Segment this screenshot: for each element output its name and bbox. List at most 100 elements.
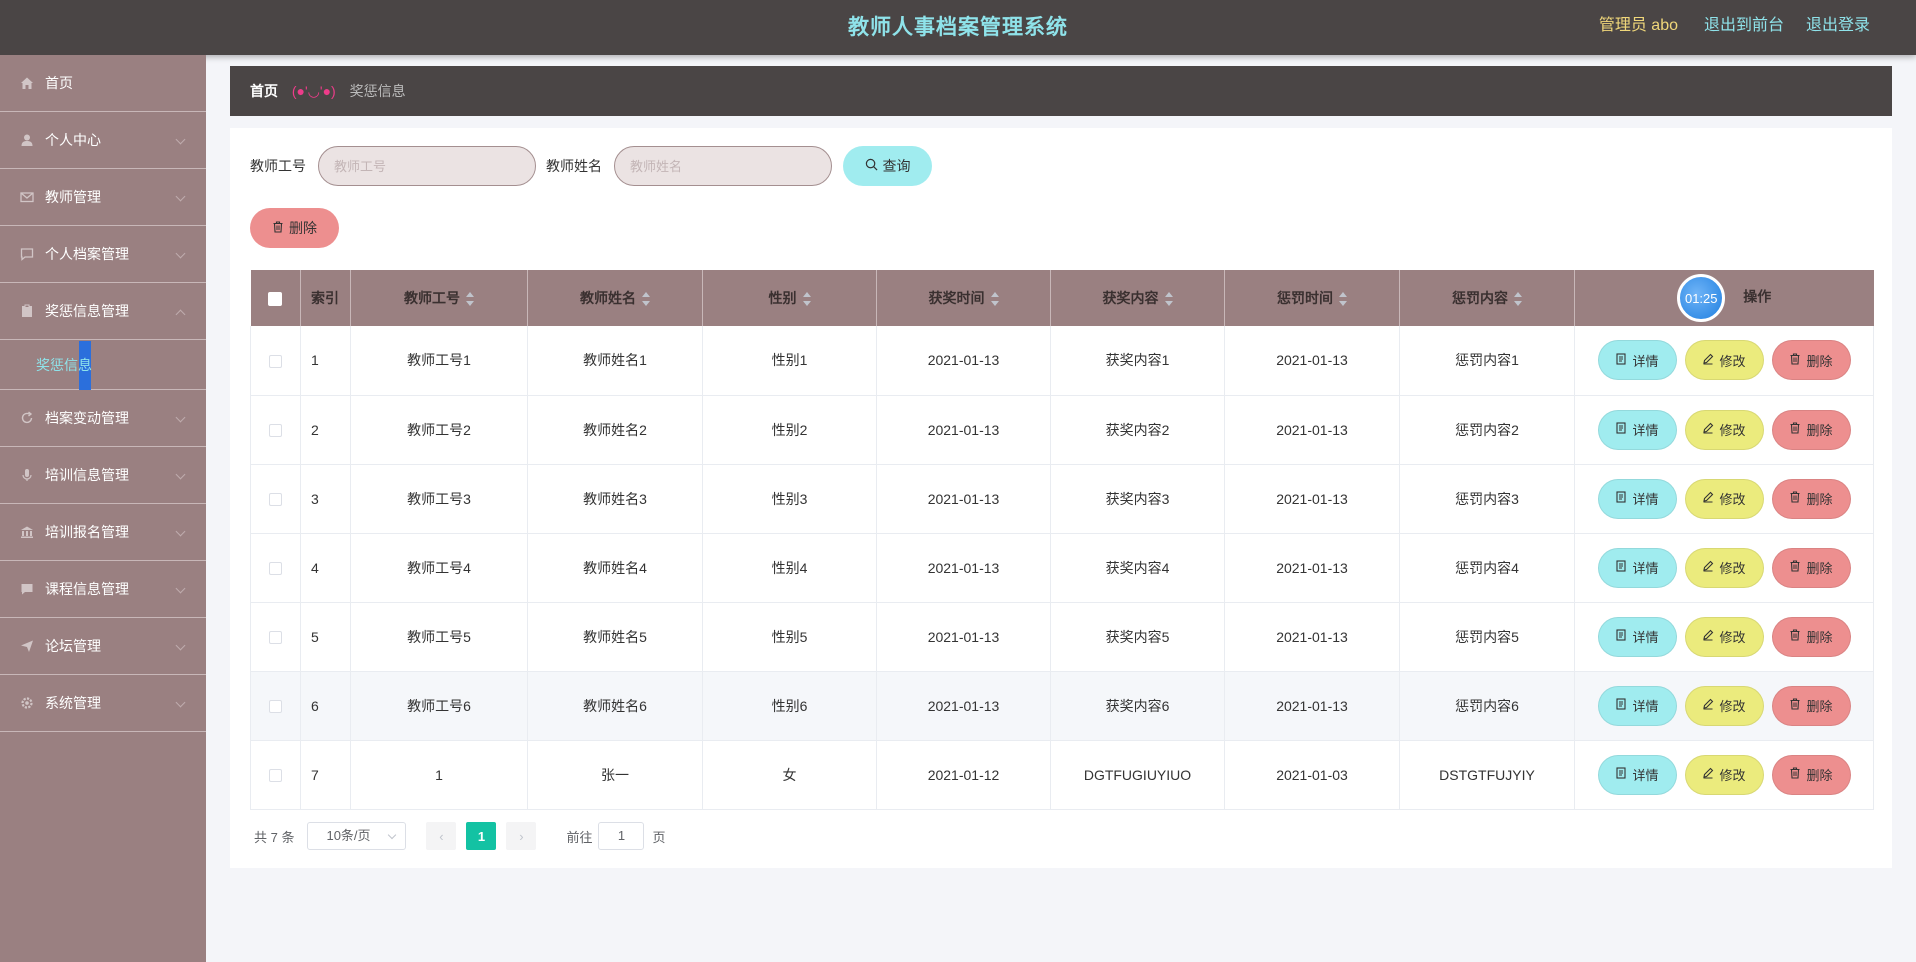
award-time-cell: 2021-01-13	[876, 395, 1051, 465]
row-checkbox[interactable]	[269, 769, 282, 783]
goto-page-input[interactable]: 1	[598, 822, 645, 850]
sidebar-item-label: 个人档案管理	[45, 246, 129, 262]
sidebar-item-training-signup[interactable]: 培训报名管理	[0, 504, 206, 561]
sort-icon[interactable]	[642, 292, 650, 307]
sidebar-item-personal-center[interactable]: 个人中心	[0, 112, 206, 169]
table-header-row: 索引 教师工号 教师姓名 性别 获奖时间 获奖内容 惩罚时间 惩罚内容 01:2…	[250, 270, 1874, 326]
sidebar-item-training-info[interactable]: 培训信息管理	[0, 447, 206, 504]
table-row: 3 教师工号3 教师姓名3 性别3 2021-01-13 获奖内容3 2021-01-13 惩…	[250, 464, 1874, 534]
row-delete-button[interactable]: 删除	[1771, 478, 1851, 519]
row-select-cell	[250, 533, 301, 603]
document-icon	[1615, 698, 1627, 713]
sort-icon[interactable]	[802, 292, 811, 307]
pencil-icon	[1702, 491, 1714, 506]
award-content-cell: 获奖内容3	[1050, 464, 1225, 534]
row-select-cell	[250, 464, 301, 534]
chevron-down-icon	[175, 248, 186, 259]
punish-content-cell: 惩罚内容5	[1399, 602, 1575, 672]
detail-button[interactable]: 详情	[1597, 547, 1677, 588]
sidebar-item-system[interactable]: 系统管理	[0, 675, 206, 732]
gender-cell: 性别1	[702, 326, 877, 396]
page-number-active[interactable]: 1	[466, 822, 497, 850]
sort-icon[interactable]	[990, 292, 999, 307]
row-delete-button[interactable]: 删除	[1771, 685, 1851, 726]
column-header-label: 惩罚时间	[1277, 290, 1333, 306]
detail-label: 详情	[1632, 630, 1659, 645]
teacher-name-input[interactable]	[614, 146, 832, 186]
edit-button[interactable]: 修改	[1684, 547, 1764, 588]
award-time-cell: 2021-01-13	[876, 533, 1051, 603]
column-header-gender[interactable]: 性别	[702, 270, 877, 326]
row-delete-button[interactable]: 删除	[1771, 340, 1851, 381]
column-header-punish-time[interactable]: 惩罚时间	[1224, 270, 1400, 326]
sidebar-item-archive-change[interactable]: 档案变动管理	[0, 390, 206, 447]
edit-button[interactable]: 修改	[1684, 616, 1764, 657]
edit-button[interactable]: 修改	[1684, 754, 1764, 795]
sort-icon[interactable]	[466, 292, 474, 307]
award-content-cell: 获奖内容5	[1050, 602, 1225, 672]
row-checkbox[interactable]	[269, 700, 282, 714]
row-checkbox[interactable]	[269, 493, 282, 507]
exit-to-front-link[interactable]: 退出到前台	[1704, 0, 1784, 52]
detail-button[interactable]: 详情	[1597, 409, 1677, 450]
batch-delete-button[interactable]: 删除	[250, 208, 339, 248]
detail-button[interactable]: 详情	[1597, 754, 1677, 795]
sidebar-item-label: 首页	[45, 75, 73, 91]
row-delete-button[interactable]: 删除	[1771, 409, 1851, 450]
query-button[interactable]: 查询	[843, 146, 932, 186]
row-delete-button[interactable]: 删除	[1771, 754, 1851, 795]
chevron-left-icon: ‹	[439, 828, 444, 844]
sidebar-subitem-reward-info[interactable]: 奖惩信息	[36, 352, 92, 378]
award-time-cell: 2021-01-12	[876, 740, 1051, 810]
column-header-punish-content[interactable]: 惩罚内容	[1399, 270, 1575, 326]
prev-page-button[interactable]: ‹	[426, 822, 457, 850]
sidebar-item-home[interactable]: 首页	[0, 55, 206, 112]
teacher-no-cell: 教师工号3	[350, 464, 528, 534]
sort-icon[interactable]	[1514, 292, 1522, 307]
table-row: 1 教师工号1 教师姓名1 性别1 2021-01-13 获奖内容1 2021-01-13 惩…	[250, 326, 1874, 396]
column-header-teacher-no[interactable]: 教师工号	[350, 270, 528, 326]
page-size-select[interactable]: 10条/页	[307, 822, 407, 850]
logout-link[interactable]: 退出登录	[1806, 0, 1870, 52]
sidebar-item-course-info[interactable]: 课程信息管理	[0, 561, 206, 618]
column-header-teacher-name[interactable]: 教师姓名	[527, 270, 703, 326]
punish-time-cell: 2021-01-13	[1224, 602, 1400, 672]
detail-button[interactable]: 详情	[1597, 478, 1677, 519]
sort-icon[interactable]	[1164, 292, 1173, 307]
edit-button[interactable]: 修改	[1684, 478, 1764, 519]
row-delete-button[interactable]: 删除	[1771, 547, 1851, 588]
row-select-cell	[250, 671, 301, 741]
row-select-cell	[250, 740, 301, 810]
row-checkbox[interactable]	[269, 562, 282, 576]
sidebar-item-label: 档案变动管理	[45, 410, 129, 426]
sidebar-item-forum[interactable]: 论坛管理	[0, 618, 206, 675]
pagination: 共 7 条 10条/页 ‹ 1 › 前往 1 页	[254, 822, 666, 850]
submenu-reward-punish: 奖惩信息	[0, 340, 206, 390]
row-checkbox[interactable]	[269, 631, 282, 645]
row-checkbox[interactable]	[269, 355, 282, 369]
edit-label: 修改	[1719, 423, 1746, 438]
column-header-award-time[interactable]: 获奖时间	[876, 270, 1051, 326]
detail-button[interactable]: 详情	[1597, 340, 1677, 381]
teacher-name-cell: 张一	[527, 740, 703, 810]
detail-button[interactable]: 详情	[1597, 616, 1677, 657]
teacher-no-input[interactable]	[318, 146, 536, 186]
sidebar-item-personal-archive[interactable]: 个人档案管理	[0, 226, 206, 283]
select-all-checkbox[interactable]	[268, 292, 283, 307]
delete-label: 删除	[1806, 423, 1833, 438]
edit-button[interactable]: 修改	[1684, 409, 1764, 450]
row-checkbox[interactable]	[269, 424, 282, 438]
sort-icon[interactable]	[1339, 292, 1347, 307]
row-delete-button[interactable]: 删除	[1771, 616, 1851, 657]
next-page-button[interactable]: ›	[506, 822, 537, 850]
edit-button[interactable]: 修改	[1684, 340, 1764, 381]
delete-label: 删除	[1806, 630, 1833, 645]
column-header-award-content[interactable]: 获奖内容	[1050, 270, 1225, 326]
breadcrumb-home[interactable]: 首页	[250, 83, 278, 99]
row-index: 1	[300, 326, 351, 396]
home-icon	[20, 76, 34, 90]
sidebar-item-reward-punish[interactable]: 奖惩信息管理	[0, 283, 206, 340]
detail-button[interactable]: 详情	[1597, 685, 1677, 726]
edit-button[interactable]: 修改	[1684, 685, 1764, 726]
sidebar-item-teacher-management[interactable]: 教师管理	[0, 169, 206, 226]
